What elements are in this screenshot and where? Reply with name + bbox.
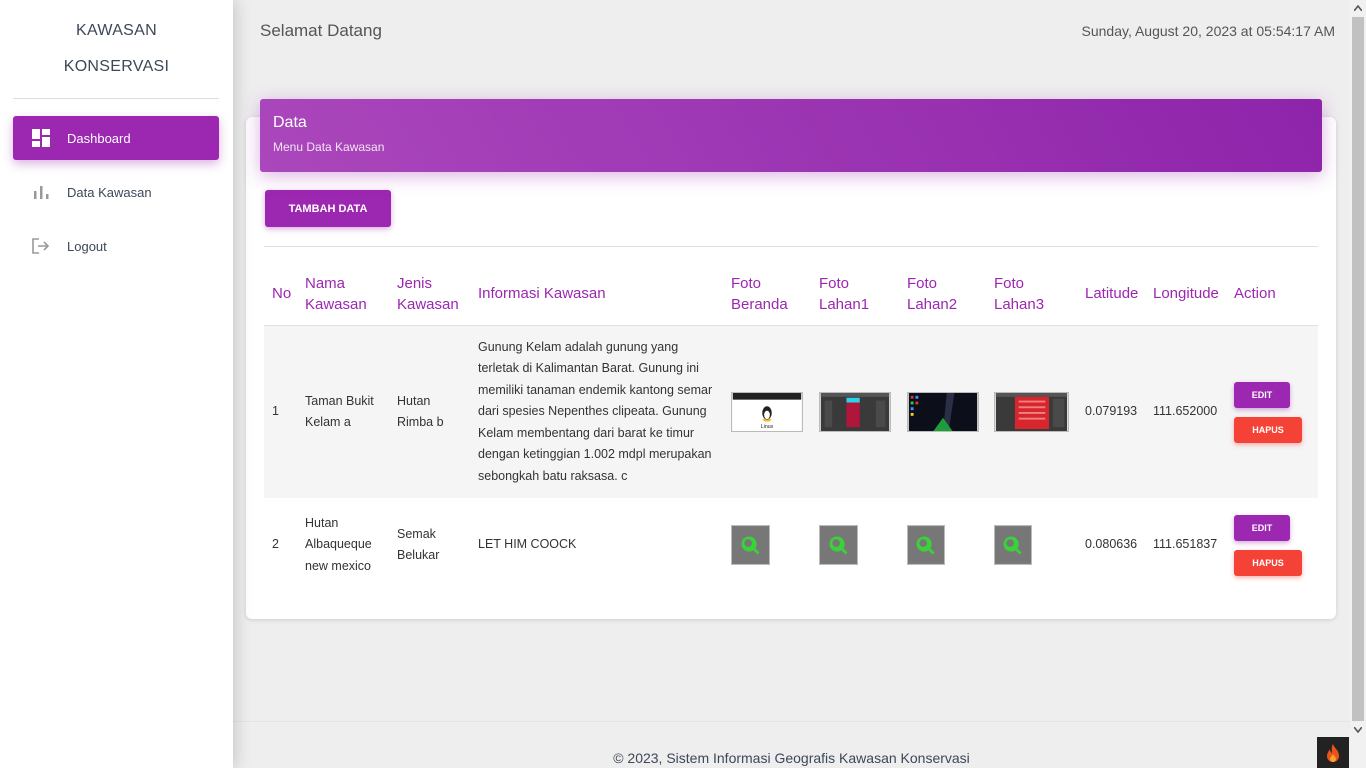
cell-foto-beranda: Linux xyxy=(723,325,811,498)
sidebar-item-dashboard[interactable]: Dashboard xyxy=(13,116,219,160)
column-header: Foto Lahan1 xyxy=(811,262,899,326)
page-title: Selamat Datang xyxy=(260,21,382,40)
sidebar-item-label: Data Kawasan xyxy=(67,184,152,200)
page-scrollbar[interactable] xyxy=(1350,0,1366,768)
table-row: 1 Taman Bukit Kelam a Hutan Rimba b Gunu… xyxy=(264,325,1318,498)
card-header: Data Menu Data Kawasan xyxy=(260,99,1322,172)
cell-longitude: 111.652000 xyxy=(1145,325,1226,498)
card-subtitle: Menu Data Kawasan xyxy=(273,140,385,154)
edit-button[interactable]: EDIT xyxy=(1234,381,1290,408)
foto-lahan3-image[interactable] xyxy=(994,392,1069,432)
column-header: Longitude xyxy=(1145,262,1226,326)
edit-button[interactable]: EDIT xyxy=(1234,514,1290,541)
scroll-down-icon[interactable] xyxy=(1350,722,1366,738)
cell-foto-lahan2 xyxy=(899,498,986,592)
cell-foto-lahan1 xyxy=(811,498,899,592)
brand: KAWASAN KONSERVASI xyxy=(0,13,233,85)
column-header: Foto Beranda xyxy=(723,262,811,326)
cell-jenis: Hutan Rimba b xyxy=(389,325,470,498)
cell-latitude: 0.080636 xyxy=(1085,537,1138,552)
brand-line1: KAWASAN xyxy=(76,22,157,39)
column-header: Nama Kawasan xyxy=(297,262,389,326)
brand-line2: KONSERVASI xyxy=(63,58,170,75)
cell-longitude: 111.651837 xyxy=(1153,537,1218,552)
cell-no: 2 xyxy=(272,537,279,552)
kawasan-table: No Nama Kawasan Jenis Kawasan Informasi … xyxy=(264,262,1318,592)
cell-action: EDIT HAPUS xyxy=(1226,325,1318,498)
brand-divider xyxy=(13,98,219,99)
table-header-row: No Nama Kawasan Jenis Kawasan Informasi … xyxy=(264,262,1318,326)
foto-lahan1-image[interactable] xyxy=(819,525,858,565)
foto-lahan2-image[interactable] xyxy=(907,525,945,565)
scroll-up-icon[interactable] xyxy=(1350,0,1366,16)
hapus-button[interactable]: HAPUS xyxy=(1234,416,1302,443)
column-header: Jenis Kawasan xyxy=(389,262,470,326)
foto-lahan2-image[interactable] xyxy=(907,392,979,432)
hapus-button[interactable]: HAPUS xyxy=(1234,549,1302,576)
cell-action: EDIT HAPUS xyxy=(1226,498,1318,592)
dashboard-icon xyxy=(31,128,51,148)
scroll-thumb[interactable] xyxy=(1352,17,1364,721)
cell-no: 1 xyxy=(264,325,297,498)
logout-icon xyxy=(31,236,51,256)
sidebar-item-data-kawasan[interactable]: Data Kawasan xyxy=(13,170,219,214)
cell-latitude: 0.079193 xyxy=(1077,325,1145,498)
column-header: Foto Lahan2 xyxy=(899,262,986,326)
cell-informasi: Gunung Kelam adalah gunung yang terletak… xyxy=(470,325,723,498)
foto-caption: Linux xyxy=(761,424,774,430)
sidebar: KAWASAN KONSERVASI Dashboard Data Kawasa… xyxy=(0,0,233,768)
fire-icon[interactable] xyxy=(1317,737,1349,768)
current-datetime: Sunday, August 20, 2023 at 05:54:17 AM xyxy=(1081,23,1336,39)
column-header: Informasi Kawasan xyxy=(470,262,723,326)
cell-foto-lahan1 xyxy=(811,325,899,498)
foto-lahan3-image[interactable] xyxy=(994,525,1032,565)
sidebar-item-label: Dashboard xyxy=(67,130,131,146)
sidebar-item-label: Logout xyxy=(67,238,107,254)
cell-foto-lahan3 xyxy=(986,498,1077,592)
cell-foto-lahan2 xyxy=(899,325,986,498)
table-row: 2 Hutan Albaqueque new mexico Semak Belu… xyxy=(264,498,1318,592)
cell-jenis: Semak Belukar xyxy=(397,526,440,563)
card-title: Data xyxy=(273,114,307,131)
foto-beranda-image[interactable] xyxy=(731,525,770,565)
row-actions: EDIT HAPUS xyxy=(1234,381,1314,443)
cell-nama: Hutan Albaqueque new mexico xyxy=(305,515,372,573)
foto-beranda-image[interactable]: Linux xyxy=(731,392,803,432)
tambah-data-button[interactable]: TAMBAH DATA xyxy=(265,190,391,227)
cell-informasi: LET HIM COOCK xyxy=(478,537,577,552)
divider xyxy=(264,246,1318,247)
cell-nama: Taman Bukit Kelam a xyxy=(297,325,389,498)
foto-lahan1-image[interactable] xyxy=(819,392,891,432)
column-header: Action xyxy=(1226,262,1318,326)
footer-divider xyxy=(233,721,1350,722)
sidebar-item-logout[interactable]: Logout xyxy=(13,224,219,268)
column-header: Foto Lahan3 xyxy=(986,262,1077,326)
cell-foto-lahan3 xyxy=(986,325,1077,498)
row-actions: EDIT HAPUS xyxy=(1234,514,1314,576)
bar-chart-icon xyxy=(31,182,51,202)
column-header: No xyxy=(264,262,297,326)
column-header: Latitude xyxy=(1077,262,1145,326)
footer-text: © 2023, Sistem Informasi Geografis Kawas… xyxy=(613,750,970,766)
cell-foto-beranda xyxy=(723,498,811,592)
